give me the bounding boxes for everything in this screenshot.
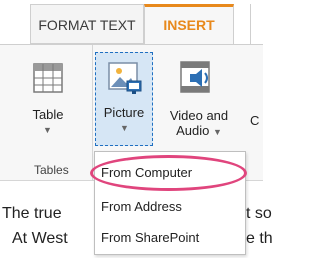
group-divider: [92, 45, 93, 181]
tab-format-text[interactable]: FORMAT TEXT: [30, 4, 144, 44]
picture-icon: [108, 62, 142, 94]
chevron-down-icon: ▼: [43, 125, 52, 135]
ribbon-tab-bar: FORMAT TEXT INSERT: [0, 0, 264, 45]
picture-button[interactable]: Picture ▼: [95, 52, 153, 146]
video-audio-icon: [180, 61, 210, 93]
group-label-tables: Tables: [34, 163, 69, 177]
body-text-line1-right: t so: [246, 205, 272, 222]
menu-item-from-sharepoint[interactable]: From SharePoint: [101, 230, 199, 246]
video-button-label-line2-text: Audio: [176, 123, 210, 138]
picture-button-label: Picture: [103, 105, 145, 120]
body-text-line2-right: e th: [246, 230, 273, 247]
body-text-line1-left: The true: [2, 205, 62, 222]
table-button-label: Table: [32, 107, 64, 122]
body-text-line2-left: At West: [12, 230, 68, 247]
table-button[interactable]: Table ▼: [20, 57, 76, 145]
video-and-audio-button[interactable]: Video and Audio ▼: [164, 55, 234, 145]
video-button-label-line2: Audio ▼: [164, 123, 234, 140]
video-button-label-line1: Video and: [169, 108, 229, 123]
chevron-down-icon: ▼: [120, 123, 129, 133]
chevron-down-icon: ▼: [212, 127, 222, 137]
menu-item-from-address[interactable]: From Address: [101, 199, 182, 215]
menu-item-from-computer[interactable]: From Computer: [101, 165, 192, 181]
next-button-partial-label[interactable]: C: [250, 113, 259, 128]
tab-separator: [250, 4, 264, 44]
picture-dropdown-menu: From Computer From Address From SharePoi…: [94, 151, 246, 255]
table-icon: [33, 63, 63, 93]
tab-insert[interactable]: INSERT: [144, 4, 234, 45]
